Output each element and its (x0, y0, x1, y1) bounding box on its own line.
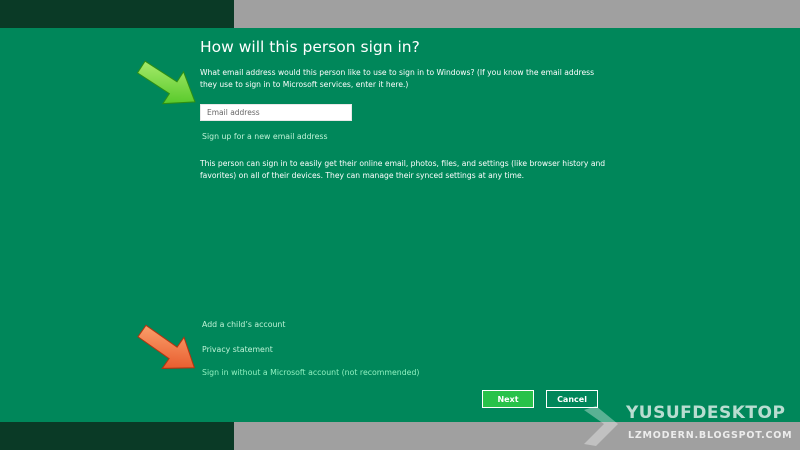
sign-in-without-microsoft-account-link[interactable]: Sign in without a Microsoft account (not… (202, 368, 419, 377)
email-input[interactable] (200, 104, 352, 121)
dialog-title: How will this person sign in? (200, 38, 420, 56)
green-arrow-icon (136, 60, 196, 105)
watermark-title: YUSUFDESKTOP (626, 403, 786, 423)
sync-info-text: This person can sign in to easily get th… (200, 159, 606, 180)
signup-link[interactable]: Sign up for a new email address (202, 132, 328, 141)
email-description: What email address would this person lik… (200, 68, 595, 89)
privacy-statement-link[interactable]: Privacy statement (202, 345, 273, 354)
add-child-account-link[interactable]: Add a child’s account (202, 320, 285, 329)
background-dark-bottom (0, 422, 234, 450)
background-gray-top (234, 0, 800, 28)
add-user-dialog: How will this person sign in? What email… (0, 28, 800, 422)
watermark-url: LZMODERN.BLOGSPOT.COM (628, 430, 793, 441)
next-button[interactable]: Next (482, 390, 534, 408)
orange-arrow-icon (137, 324, 196, 369)
background-dark-top (0, 0, 234, 28)
